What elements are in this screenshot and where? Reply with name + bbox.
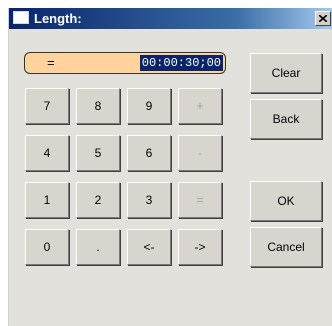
key-3[interactable]: 3: [127, 182, 171, 218]
close-icon: [319, 15, 327, 22]
cancel-button[interactable]: Cancel: [250, 227, 322, 267]
key-7[interactable]: 7: [25, 88, 69, 124]
key-left-arrow[interactable]: <-: [127, 229, 171, 265]
key-right-arrow[interactable]: ->: [178, 229, 222, 265]
display-value[interactable]: 00:00:30;00: [139, 55, 223, 71]
key-0[interactable]: 0: [25, 229, 69, 265]
key-plus[interactable]: +: [178, 88, 222, 124]
ok-button[interactable]: OK: [250, 181, 322, 221]
back-button[interactable]: Back: [250, 99, 322, 139]
close-button[interactable]: [315, 11, 331, 26]
key-equals[interactable]: =: [178, 182, 222, 218]
clear-button[interactable]: Clear: [250, 53, 322, 93]
key-6[interactable]: 6: [127, 135, 171, 171]
window-title: Length:: [34, 11, 82, 26]
key-4[interactable]: 4: [25, 135, 69, 171]
key-decimal[interactable]: .: [76, 229, 120, 265]
value-display[interactable]: = 00:00:30;00: [24, 52, 226, 74]
key-2[interactable]: 2: [76, 182, 120, 218]
display-operator: =: [47, 55, 55, 70]
key-minus[interactable]: -: [178, 135, 222, 171]
key-5[interactable]: 5: [76, 135, 120, 171]
length-dialog: Length: = 00:00:30;00 7 8 9 + 4 5 6 - 1 …: [8, 8, 332, 326]
key-9[interactable]: 9: [127, 88, 171, 124]
title-bar[interactable]: Length:: [9, 8, 332, 29]
key-8[interactable]: 8: [76, 88, 120, 124]
key-1[interactable]: 1: [25, 182, 69, 218]
window-icon: [13, 11, 29, 24]
